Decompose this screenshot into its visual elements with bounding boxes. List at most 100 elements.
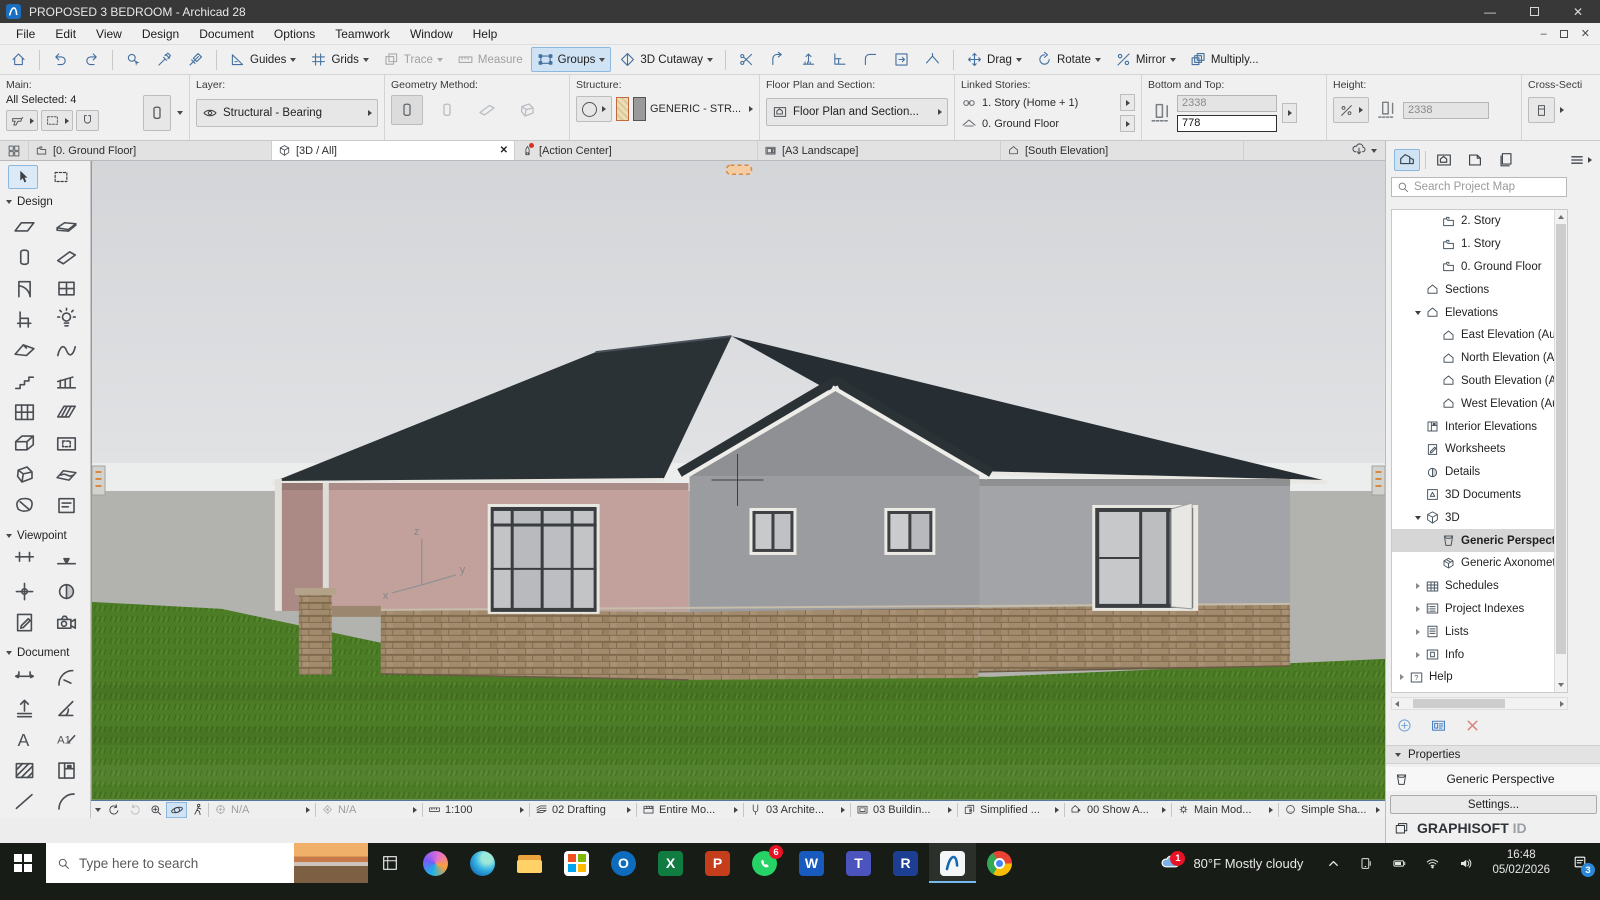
project-map-item-2-story[interactable]: 2. Story	[1392, 210, 1555, 233]
surface-swatch[interactable]	[633, 97, 646, 121]
copilot-icon[interactable]	[412, 843, 459, 883]
rotate-button[interactable]: Rotate	[1030, 47, 1107, 72]
toolbox-section-document[interactable]: Document	[0, 642, 90, 662]
clock[interactable]: 16:48 05/02/2026	[1482, 848, 1560, 878]
layout-book-button[interactable]	[1462, 149, 1488, 171]
multiply-button[interactable]: Multiply...	[1184, 47, 1265, 72]
chrome-icon[interactable]	[976, 843, 1023, 883]
tab-south-elevation[interactable]: [South Elevation]	[1001, 141, 1244, 160]
worksheet-tool[interactable]	[6, 608, 42, 636]
top-offset-field[interactable]	[1177, 95, 1277, 112]
renovation-filter-control[interactable]: 00 Show A...	[1065, 803, 1171, 816]
project-map-item-schedules[interactable]: Schedules	[1392, 575, 1555, 598]
project-map-item-details[interactable]: Details	[1392, 461, 1555, 484]
project-map-item-east-elevation-auto[interactable]: East Elevation (Auto	[1392, 324, 1555, 347]
project-map-item-generic-axonometry[interactable]: Generic Axonometry	[1392, 552, 1555, 575]
stamp-tool[interactable]	[48, 491, 84, 519]
excel-icon[interactable]: X	[647, 843, 694, 883]
project-map-item-generic-perspective[interactable]: Generic Perspective	[1392, 529, 1555, 552]
split-button[interactable]	[732, 47, 761, 72]
store-icon[interactable]	[553, 843, 600, 883]
3d-cutaway-button[interactable]: 3D Cutaway	[613, 47, 719, 72]
search-highlight-image[interactable]	[294, 843, 368, 883]
skylight-tool[interactable]	[48, 398, 84, 426]
3d-viewport[interactable]: z x y	[91, 161, 1385, 800]
structure-display-control[interactable]: Entire Mo...	[637, 803, 743, 816]
close-button[interactable]: ✕	[1556, 0, 1600, 23]
groups-button[interactable]: Groups	[531, 47, 612, 72]
hotspot-tool[interactable]	[6, 577, 42, 605]
wifi-icon[interactable]	[1416, 843, 1449, 883]
search-input[interactable]	[1414, 181, 1562, 193]
notifications-button[interactable]: 3	[1560, 843, 1600, 883]
elevate-button[interactable]	[794, 47, 823, 72]
doc-close-icon[interactable]: ✕	[1581, 27, 1590, 40]
close-tab-icon[interactable]: ✕	[500, 145, 508, 156]
project-map-item-interior-elevations[interactable]: Interior Elevations	[1392, 415, 1555, 438]
menu-window[interactable]: Window	[400, 23, 463, 44]
main-model-option-control[interactable]: Main Mod...	[1172, 803, 1278, 816]
settings-dialog-button[interactable]	[6, 110, 38, 131]
roof-tool[interactable]	[6, 336, 42, 364]
drag-button[interactable]: Drag	[960, 47, 1028, 72]
zone-tool[interactable]	[6, 491, 42, 519]
task-view-button[interactable]	[368, 843, 412, 883]
door-tool[interactable]	[6, 274, 42, 302]
column-tool[interactable]	[6, 243, 42, 271]
word-icon[interactable]: W	[788, 843, 835, 883]
arc-tool[interactable]	[48, 787, 84, 815]
french-doors[interactable]	[488, 504, 600, 614]
view-map-button[interactable]	[1431, 149, 1457, 171]
shell-tool[interactable]	[48, 336, 84, 364]
battery-icon[interactable]	[1383, 843, 1416, 883]
project-map-item-3d-documents[interactable]: 3D Documents	[1392, 484, 1555, 507]
layer-combination-control[interactable]: 02 Drafting	[530, 803, 636, 816]
railing-tool[interactable]	[48, 367, 84, 395]
minimize-button[interactable]: —	[1468, 0, 1512, 23]
project-map-item-lists[interactable]: Lists	[1392, 620, 1555, 643]
file-explorer-icon[interactable]	[506, 843, 553, 883]
menu-help[interactable]: Help	[463, 23, 508, 44]
object-tool[interactable]	[6, 305, 42, 333]
hidden-icons-button[interactable]	[1317, 843, 1350, 883]
project-map-item-info[interactable]: Info	[1392, 643, 1555, 666]
pen-set-control[interactable]: 03 Archite...	[744, 803, 850, 816]
project-map-item-sections[interactable]: Sections	[1392, 278, 1555, 301]
element-preview-button[interactable]	[143, 95, 171, 131]
volume-icon[interactable]	[1449, 843, 1482, 883]
wall-tool[interactable]	[6, 212, 42, 240]
bottom-offset-field[interactable]	[1177, 115, 1277, 132]
height-field[interactable]	[1403, 102, 1489, 119]
project-map-item-north-elevation-aut[interactable]: North Elevation (Aut	[1392, 347, 1555, 370]
inject-parameters-button[interactable]	[181, 47, 210, 72]
teams-icon[interactable]: T	[835, 843, 882, 883]
powerpoint-icon[interactable]: P	[694, 843, 741, 883]
tab-a3-landscape[interactable]: [A3 Landscape]	[758, 141, 1001, 160]
geometry-method-4-button[interactable]	[511, 95, 543, 125]
angledim-tool[interactable]	[48, 694, 84, 722]
taskbar-search-input[interactable]	[79, 856, 286, 871]
raddim-tool[interactable]	[48, 663, 84, 691]
navigator-menu-button[interactable]	[1569, 152, 1592, 168]
morph-tool[interactable]	[6, 460, 42, 488]
intelev-tool[interactable]	[48, 756, 84, 784]
arrow-tool[interactable]	[8, 165, 38, 189]
element-preview-arrow-icon[interactable]	[177, 111, 183, 115]
tab-overview-button[interactable]	[0, 141, 29, 160]
menu-view[interactable]: View	[86, 23, 132, 44]
project-map-item-project-indexes[interactable]: Project Indexes	[1392, 598, 1555, 621]
mesh-tool[interactable]	[48, 460, 84, 488]
doc-minimize-icon[interactable]: –	[1541, 28, 1547, 40]
quickbar-overflow-icon[interactable]	[93, 808, 103, 812]
camera-tool[interactable]	[48, 608, 84, 636]
sun-settings-control[interactable]: N/A	[316, 803, 422, 816]
proportional-button[interactable]	[1333, 97, 1369, 123]
project-map-item-worksheets[interactable]: Worksheets	[1392, 438, 1555, 461]
tab-3d-all[interactable]: [3D / All]✕	[272, 141, 515, 160]
profile-button[interactable]	[576, 96, 612, 122]
marquee-tool[interactable]	[46, 165, 76, 189]
stair-tool[interactable]	[6, 367, 42, 395]
detail-tool[interactable]	[48, 577, 84, 605]
menu-file[interactable]: File	[6, 23, 45, 44]
label-tool[interactable]: A1	[48, 725, 84, 753]
